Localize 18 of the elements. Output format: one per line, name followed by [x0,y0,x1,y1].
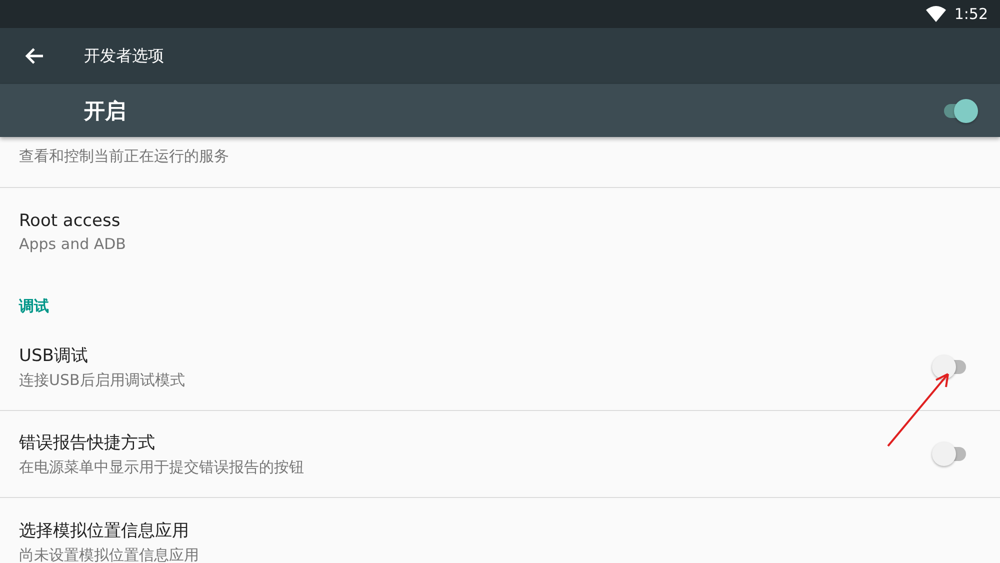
setting-title[interactable]: USB调试 [19,344,88,367]
setting-summary: 查看和控制当前正在运行的服务 [19,147,229,166]
setting-title[interactable]: 选择模拟位置信息应用 [19,518,189,542]
back-arrow-icon[interactable] [24,47,44,65]
setting-summary: 在电源菜单中显示用于提交错误报告的按钮 [19,458,304,477]
setting-summary: Apps and ADB [19,234,126,252]
status-time: 1:52 [954,5,988,23]
toolbar-title: 开发者选项 [84,46,164,66]
section-header: 调试 [18,296,50,317]
master-switch-label: 开启 [84,98,126,124]
setting-title[interactable]: 错误报告快捷方式 [19,431,155,454]
setting-title[interactable]: Root access [19,210,120,230]
master-switch[interactable] [942,98,978,122]
toggle-switch[interactable] [932,355,968,379]
setting-summary: 连接USB后启用调试模式 [19,371,185,390]
toggle-switch[interactable] [932,442,968,466]
setting-summary: 尚未设置模拟位置信息应用 [19,546,199,563]
wifi-icon [926,6,946,22]
